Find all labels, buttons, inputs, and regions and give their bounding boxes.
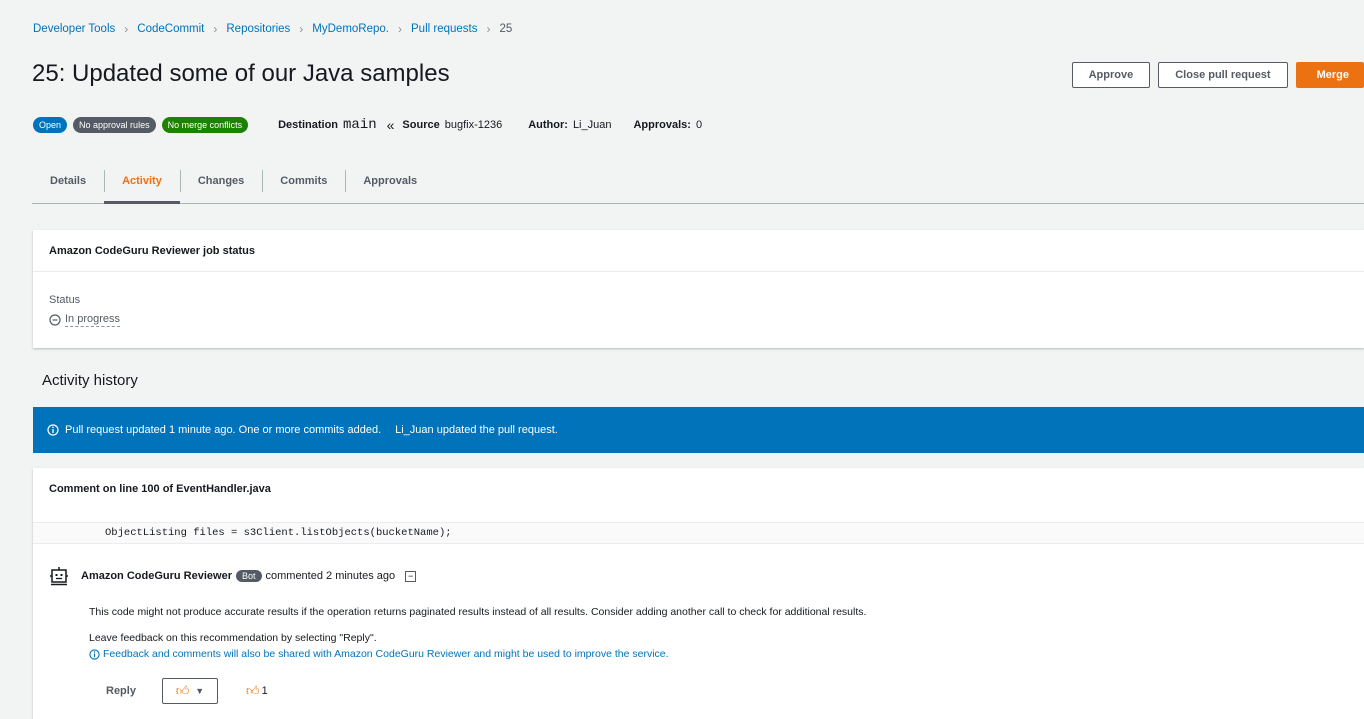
comment-info: Feedback and comments will also be share… [89,648,669,660]
breadcrumb-repositories[interactable]: Repositories [226,23,290,35]
status-text[interactable]: In progress [65,313,121,327]
approvals-label: Approvals: [633,119,691,131]
breadcrumb: Developer Tools › CodeCommit › Repositor… [33,22,512,36]
chevron-right-icon: › [299,22,304,36]
chevron-right-icon: › [486,22,491,36]
header-actions: Approve Close pull request Merge [1071,62,1364,88]
status-badge: Open [33,117,68,133]
chevron-right-icon: › [124,22,129,36]
approval-rules-badge: No approval rules [73,117,156,133]
status-value: In progress [49,313,121,327]
tab-details[interactable]: Details [32,158,104,203]
banner-message-author: Li_Juan updated the pull request. [395,424,558,436]
destination-branch: main [343,117,377,133]
close-pull-request-button[interactable]: Close pull request [1158,62,1288,88]
reaction-dropdown[interactable]: 👍︎ ▼ [161,678,218,704]
pull-request-meta: Open No approval rules No merge conflict… [33,117,702,133]
author-label: Author: [528,119,568,131]
chevron-right-icon: › [398,22,402,36]
double-chevron-left-icon: « [386,117,395,133]
page-title: 25: Updated some of our Java samples [32,60,450,87]
comment-body: This code might not produce accurate res… [89,606,867,618]
bot-badge: Bot [235,570,262,582]
breadcrumb-pull-requests[interactable]: Pull requests [411,23,477,35]
breadcrumb-codecommit[interactable]: CodeCommit [137,23,204,35]
merge-conflicts-badge: No merge conflicts [161,117,249,133]
comment-feedback: Leave feedback on this recommendation by… [89,632,377,644]
banner-message: Pull request updated 1 minute ago. One o… [65,424,382,436]
reaction-count-value: 1 [261,685,268,697]
merge-button[interactable]: Merge [1295,62,1364,88]
tab-changes[interactable]: Changes [179,158,262,203]
tab-activity[interactable]: Activity [104,158,180,204]
thumbs-up-icon: 👍︎ [245,683,260,698]
comment-author: Amazon CodeGuru Reviewer [81,570,232,582]
comment-time: commented 2 minutes ago [265,570,396,582]
thumbs-up-icon: 👍︎ [175,683,190,698]
breadcrumb-current: 25 [499,23,513,35]
tab-commits[interactable]: Commits [262,158,345,203]
branch-info: Destination main « Source bugfix-1236 [278,117,502,133]
robot-icon [50,567,68,586]
reaction-count[interactable]: 👍︎ 1 [246,683,268,699]
comment-header: Amazon CodeGuru Reviewer Bot commented 2… [49,566,417,586]
reply-button[interactable]: Reply [106,685,136,697]
info-icon [47,424,59,436]
status-label: Status [49,294,81,306]
activity-history-title: Activity history [42,372,138,389]
job-status-title: Amazon CodeGuru Reviewer job status [33,230,1364,272]
tab-bar: Details Activity Changes Commits Approva… [32,158,1364,204]
comment-title: Comment on line 100 of EventHandler.java [49,483,271,495]
source-label: Source [402,119,440,131]
activity-banner: Pull request updated 1 minute ago. One o… [33,407,1364,453]
approve-button[interactable]: Approve [1071,62,1151,88]
in-progress-icon [49,314,61,326]
comment-actions: Reply 👍︎ ▼ 👍︎ 1 [106,678,268,704]
approvals-info: Approvals: 0 [633,119,702,131]
info-icon [89,648,100,660]
code-snippet: ObjectListing files = s3Client.listObjec… [33,522,1364,544]
chevron-right-icon: › [213,22,218,36]
author-value: Li_Juan [572,119,612,131]
collapse-icon[interactable]: − [405,570,417,582]
comment-panel: Comment on line 100 of EventHandler.java… [33,468,1364,719]
caret-down-icon: ▼ [195,686,205,696]
tab-approvals[interactable]: Approvals [345,158,435,203]
breadcrumb-repo[interactable]: MyDemoRepo. [312,23,389,35]
destination-label: Destination [278,119,339,131]
breadcrumb-developer-tools[interactable]: Developer Tools [33,23,115,35]
approvals-value: 0 [695,119,703,131]
job-status-panel: Amazon CodeGuru Reviewer job status Stat… [33,230,1364,348]
comment-info-text: Feedback and comments will also be share… [103,648,669,660]
author-info: Author: Li_Juan [528,119,611,131]
source-branch: bugfix-1236 [444,119,503,131]
